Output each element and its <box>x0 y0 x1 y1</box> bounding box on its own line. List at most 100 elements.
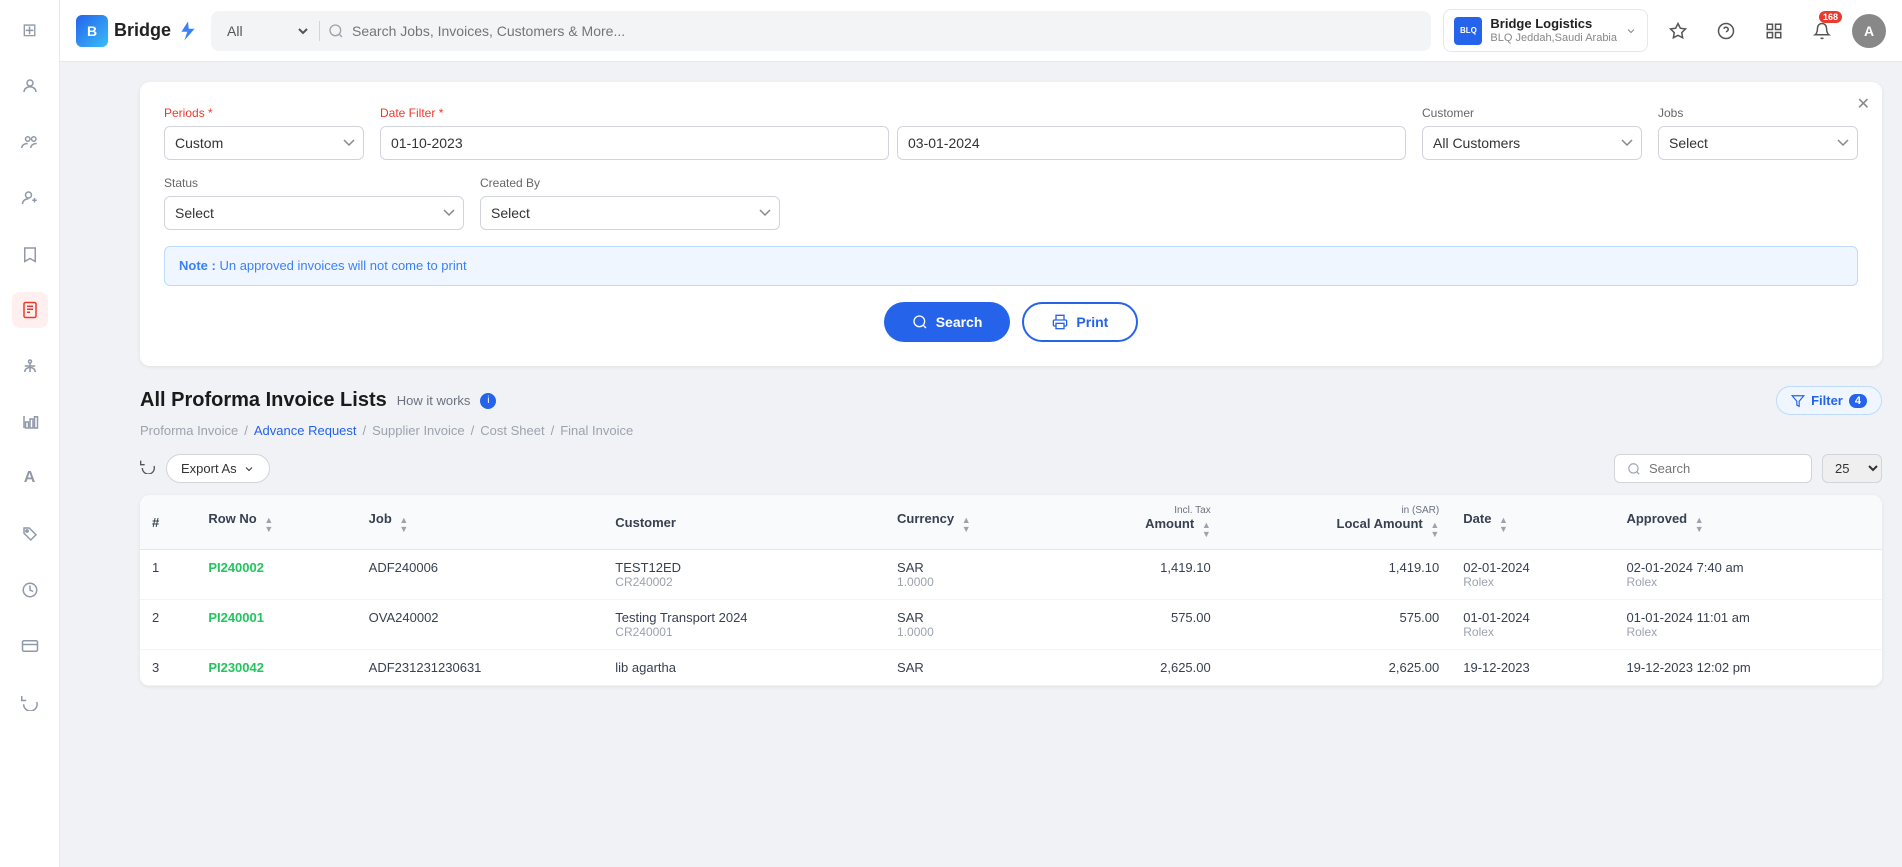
breadcrumb: Proforma Invoice / Advance Request / Sup… <box>140 423 1882 438</box>
note-text: Note : Un approved invoices will not com… <box>179 258 467 273</box>
sidebar-item-card[interactable] <box>12 628 48 664</box>
favorites-btn[interactable] <box>1660 13 1696 49</box>
filter-close-btn[interactable]: ✕ <box>1857 94 1870 114</box>
section-title: All Proforma Invoice Lists <box>140 389 387 412</box>
search-icon <box>328 23 344 39</box>
search-filter-select[interactable]: All Jobs Invoices Customers <box>223 22 311 40</box>
col-date: Date ▲▼ <box>1451 495 1614 550</box>
refresh-btn[interactable] <box>140 458 156 479</box>
search-input[interactable] <box>352 23 1419 39</box>
breadcrumb-proforma[interactable]: Proforma Invoice <box>140 423 238 438</box>
company-location: BLQ Jeddah,Saudi Arabia <box>1490 32 1617 45</box>
search-btn-icon <box>912 314 928 330</box>
filter-icon <box>1791 394 1805 408</box>
date-filter-group: Date Filter * <box>380 106 1406 160</box>
sidebar-item-tag[interactable] <box>12 516 48 552</box>
cell-local-amount: 2,625.00 <box>1223 650 1452 686</box>
table-search-box <box>1614 454 1812 483</box>
table-search-icon <box>1627 462 1641 476</box>
help-btn[interactable] <box>1708 13 1744 49</box>
table-search-input[interactable] <box>1649 461 1799 476</box>
col-job: Job ▲▼ <box>357 495 604 550</box>
topbar: B Bridge All Jobs Invoices Customers BLQ… <box>60 0 1902 62</box>
cell-row-no: PI240001 <box>196 600 356 650</box>
cell-customer: TEST12ED CR240002 <box>603 550 885 600</box>
cell-index: 2 <box>140 600 196 650</box>
filter-count-badge: 4 <box>1849 394 1867 408</box>
invoice-list-section: All Proforma Invoice Lists How it works … <box>140 386 1882 686</box>
search-button[interactable]: Search <box>884 302 1011 342</box>
logo-icon: B <box>76 15 108 47</box>
col-customer: Customer <box>603 495 885 550</box>
logo-text: Bridge <box>114 20 171 41</box>
periods-label: Periods * <box>164 106 364 120</box>
cell-job: ADF240006 <box>357 550 604 600</box>
sidebar-item-user[interactable] <box>12 68 48 104</box>
invoice-table-wrapper: # Row No ▲▼ Job ▲▼ Customer Currency ▲▼ <box>140 495 1882 686</box>
filter-row-1: Periods * Custom This Month Last Month T… <box>164 106 1858 160</box>
cell-customer: lib agartha <box>603 650 885 686</box>
grid-btn[interactable] <box>1756 13 1792 49</box>
breadcrumb-advance[interactable]: Advance Request <box>254 423 357 438</box>
col-index: # <box>140 495 196 550</box>
company-selector[interactable]: BLQ Bridge Logistics BLQ Jeddah,Saudi Ar… <box>1443 9 1648 52</box>
cell-index: 3 <box>140 650 196 686</box>
avatar[interactable]: A <box>1852 14 1886 48</box>
breadcrumb-cost[interactable]: Cost Sheet <box>480 423 544 438</box>
created-by-select[interactable]: Select <box>480 196 780 230</box>
cell-local-amount: 575.00 <box>1223 600 1452 650</box>
sidebar-item-font[interactable]: A <box>12 460 48 496</box>
periods-select[interactable]: Custom This Month Last Month This Year <box>164 126 364 160</box>
date-from-input[interactable] <box>380 126 889 160</box>
sidebar-item-invoice[interactable] <box>12 292 48 328</box>
how-it-works-link[interactable]: How it works <box>397 393 471 408</box>
export-btn[interactable]: Export As <box>166 454 270 483</box>
date-to-input[interactable] <box>897 126 1406 160</box>
notifications-btn[interactable]: 168 <box>1804 13 1840 49</box>
sidebar-item-bookmark[interactable] <box>12 236 48 272</box>
logo: B Bridge <box>76 15 199 47</box>
global-search-bar: All Jobs Invoices Customers <box>211 11 1431 51</box>
invoice-table: # Row No ▲▼ Job ▲▼ Customer Currency ▲▼ <box>140 495 1882 686</box>
info-icon[interactable]: i <box>480 393 496 409</box>
cell-date: 02-01-2024 Rolex <box>1451 550 1614 600</box>
created-by-label: Created By <box>480 176 780 190</box>
company-name: Bridge Logistics <box>1490 16 1617 32</box>
sidebar-item-chart[interactable] <box>12 404 48 440</box>
search-divider <box>319 21 320 41</box>
topbar-actions: BLQ Bridge Logistics BLQ Jeddah,Saudi Ar… <box>1443 9 1886 52</box>
section-header: All Proforma Invoice Lists How it works … <box>140 386 1882 415</box>
cell-index: 1 <box>140 550 196 600</box>
customer-select[interactable]: All Customers Specific Customer <box>1422 126 1642 160</box>
print-button[interactable]: Print <box>1022 302 1138 342</box>
table-row: 3 PI230042 ADF231231230631 lib agartha S… <box>140 650 1882 686</box>
main-content: ✕ Periods * Custom This Month Last Month… <box>120 62 1902 867</box>
page-size-select[interactable]: 25 50 100 <box>1822 454 1882 483</box>
filter-toggle-btn[interactable]: Filter 4 <box>1776 386 1882 415</box>
cell-row-no: PI230042 <box>196 650 356 686</box>
jobs-select[interactable]: Select <box>1658 126 1858 160</box>
cell-date: 01-01-2024 Rolex <box>1451 600 1614 650</box>
logo-lightning <box>177 20 199 42</box>
table-search-wrap: 25 50 100 <box>1614 454 1882 483</box>
sidebar-item-add-user[interactable] <box>12 180 48 216</box>
cell-customer: Testing Transport 2024 CR240001 <box>603 600 885 650</box>
sidebar-item-anchor[interactable] <box>12 348 48 384</box>
cell-job: ADF231231230631 <box>357 650 604 686</box>
table-row: 2 PI240001 OVA240002 Testing Transport 2… <box>140 600 1882 650</box>
sidebar-item-refresh[interactable] <box>12 684 48 720</box>
status-label: Status <box>164 176 464 190</box>
breadcrumb-final[interactable]: Final Invoice <box>560 423 633 438</box>
sidebar-item-dashboard[interactable]: ⊞ <box>12 12 48 48</box>
cell-currency: SAR 1.0000 <box>885 600 1061 650</box>
company-chevron-icon <box>1625 25 1637 37</box>
jobs-label: Jobs <box>1658 106 1858 120</box>
col-row-no: Row No ▲▼ <box>196 495 356 550</box>
status-select[interactable]: Select Approved Pending <box>164 196 464 230</box>
sidebar: ⊞ A <box>0 0 60 867</box>
sidebar-item-history[interactable] <box>12 572 48 608</box>
col-approved: Approved ▲▼ <box>1614 495 1882 550</box>
breadcrumb-supplier[interactable]: Supplier Invoice <box>372 423 465 438</box>
export-chevron-icon <box>243 463 255 475</box>
sidebar-item-group[interactable] <box>12 124 48 160</box>
